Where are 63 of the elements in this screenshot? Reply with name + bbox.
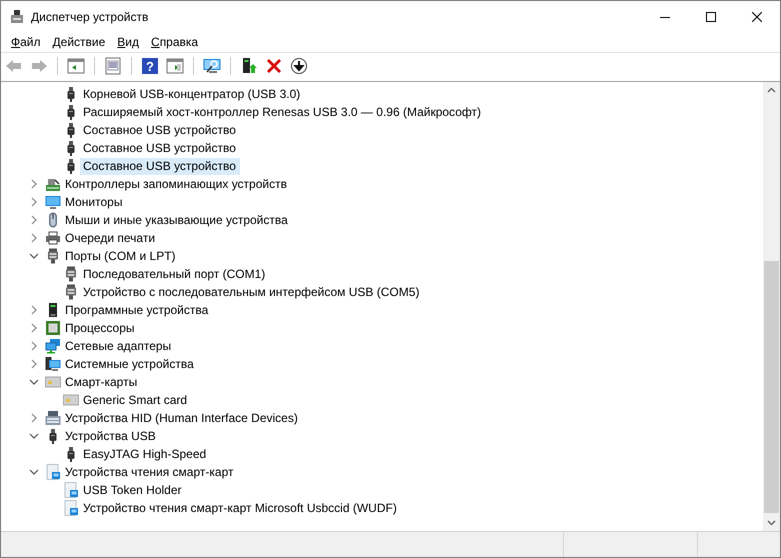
tree-item[interactable]: Смарт-карты <box>62 374 142 390</box>
tree-item[interactable]: Расширяемый хост-контроллер Renesas USB 3.0 — 0.96 (Майкрософт) <box>80 104 485 120</box>
system-device-icon <box>45 356 61 372</box>
expand-chevron-icon[interactable] <box>29 413 39 423</box>
tree-item[interactable]: Контроллеры запоминающих устройств <box>62 176 291 192</box>
tree-item[interactable]: USB Token Holder <box>80 482 186 498</box>
tree-item[interactable]: Устройства HID (Human Interface Devices) <box>62 410 302 426</box>
download-circle-button[interactable] <box>288 55 310 77</box>
expand-chevron-icon[interactable] <box>29 179 39 189</box>
tree-item[interactable]: Очереди печати <box>62 230 160 246</box>
tree-item[interactable]: Устройства USB <box>62 428 160 444</box>
tree-item[interactable]: Корневой USB-концентратор (USB 3.0) <box>80 86 304 102</box>
card-reader-icon <box>63 500 79 516</box>
collapse-chevron-icon[interactable] <box>29 251 39 261</box>
menu-item[interactable]: Справка <box>145 33 204 51</box>
storage-controller-icon <box>45 176 61 192</box>
serial-port-icon <box>63 266 79 282</box>
collapse-chevron-icon[interactable] <box>29 431 39 441</box>
tree-item[interactable]: Программные устройства <box>62 302 212 318</box>
printer-icon <box>45 230 61 246</box>
tree-item[interactable]: Сетевые адаптеры <box>62 338 176 354</box>
maximize-icon[interactable] <box>706 12 716 22</box>
menu-item[interactable]: Действие <box>46 33 112 51</box>
tree-item[interactable]: Устройства чтения смарт-карт <box>62 464 238 480</box>
app-icon <box>9 8 25 24</box>
tree-item[interactable]: Составное USB устройство <box>80 158 240 174</box>
serial-port-icon <box>63 284 79 300</box>
expand-chevron-icon[interactable] <box>29 233 39 243</box>
expand-chevron-icon[interactable] <box>29 197 39 207</box>
tree-item[interactable]: Порты (COM и LPT) <box>62 248 180 264</box>
keyboard-icon <box>45 410 61 426</box>
processor-icon <box>45 320 61 336</box>
expand-chevron-icon[interactable] <box>29 323 39 333</box>
tree-item[interactable]: Generic Smart card <box>80 392 192 408</box>
serial-port-icon <box>45 248 61 264</box>
tree-item[interactable]: Устройство чтения смарт-карт Microsoft Usbccid (WUDF) <box>80 500 401 516</box>
smart-card-icon <box>63 392 79 408</box>
expand-chevron-icon[interactable] <box>29 359 39 369</box>
collapse-chevron-icon[interactable] <box>29 377 39 387</box>
tree-item[interactable]: Составное USB устройство <box>80 122 240 138</box>
tree-item[interactable]: Мониторы <box>62 194 126 210</box>
scrollbar[interactable] <box>763 82 780 531</box>
close-icon[interactable] <box>752 12 762 22</box>
expand-chevron-icon[interactable] <box>29 341 39 351</box>
tree-item[interactable]: Последовательный порт (COM1) <box>80 266 270 282</box>
expand-chevron-icon[interactable] <box>29 305 39 315</box>
tree-item[interactable]: Системные устройства <box>62 356 198 372</box>
card-reader-icon <box>63 482 79 498</box>
network-adapter-icon <box>45 338 61 354</box>
expand-chevron-icon[interactable] <box>29 215 39 225</box>
monitor-icon <box>45 194 61 210</box>
card-reader-icon <box>45 464 61 480</box>
menu-item[interactable]: Вид <box>111 33 146 51</box>
tree-item[interactable]: Мыши и иные указывающие устройства <box>62 212 292 228</box>
smart-card-icon <box>45 374 61 390</box>
collapse-chevron-icon[interactable] <box>29 467 39 477</box>
tree-item[interactable]: EasyJTAG High-Speed <box>80 446 210 462</box>
menu-item[interactable]: Файл <box>5 33 47 51</box>
tree-item[interactable]: Составное USB устройство <box>80 140 240 156</box>
tree-item[interactable]: Процессоры <box>62 320 138 336</box>
window-title: Диспетчер устройств <box>31 10 150 24</box>
tree-item[interactable]: Устройство с последовательным интерфейсом USB (COM5) <box>80 284 424 300</box>
help-button[interactable]: ? <box>139 55 161 77</box>
